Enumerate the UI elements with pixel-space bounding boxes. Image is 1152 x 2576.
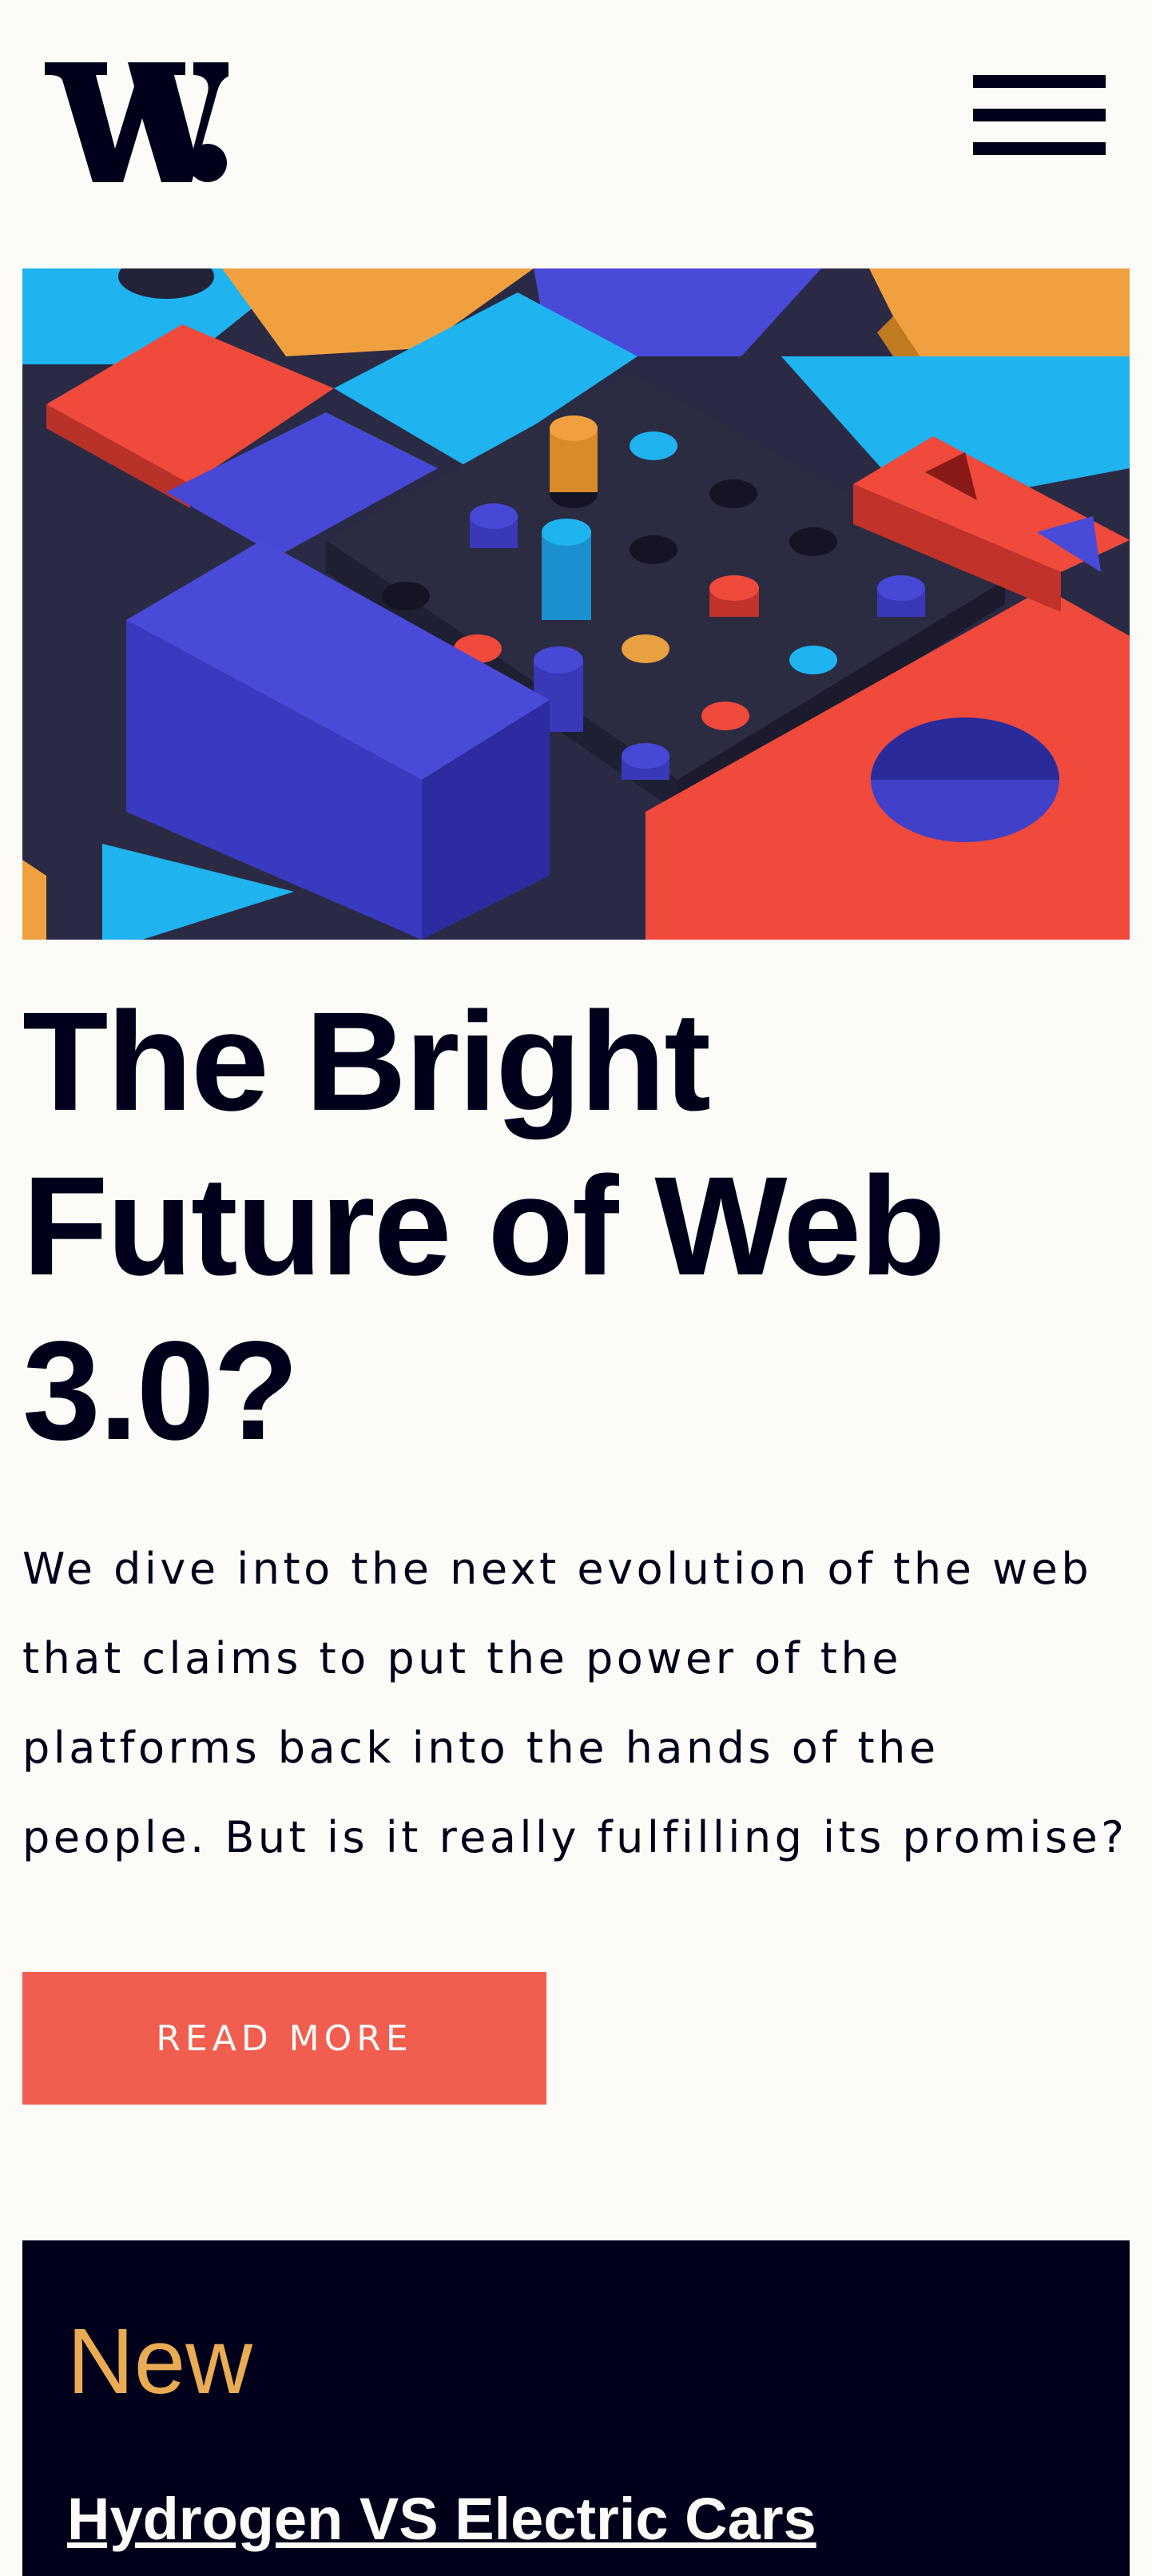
hero-title: The Bright Future of Web 3.0? <box>22 984 946 1469</box>
hamburger-menu-button[interactable] <box>968 75 1109 171</box>
new-article-link[interactable]: Hydrogen VS Electric Cars <box>67 2483 816 2555</box>
site-header <box>0 0 1152 268</box>
site-logo[interactable] <box>45 62 228 182</box>
hamburger-menu-icon <box>973 75 1106 88</box>
logo-w-icon <box>45 62 228 182</box>
menu-bar-middle <box>973 109 1106 121</box>
hero-description: We dive into the next evolution of the w… <box>22 1544 1128 1862</box>
new-articles-panel: New Hydrogen VS Electric Cars <box>22 2240 1130 2576</box>
hero-image <box>22 268 1130 940</box>
menu-bar-bottom <box>973 142 1106 155</box>
read-more-button[interactable]: READ MORE <box>22 1972 546 2105</box>
new-section-heading: New <box>67 2309 253 2413</box>
abstract-blocks-illustration <box>22 268 1130 940</box>
